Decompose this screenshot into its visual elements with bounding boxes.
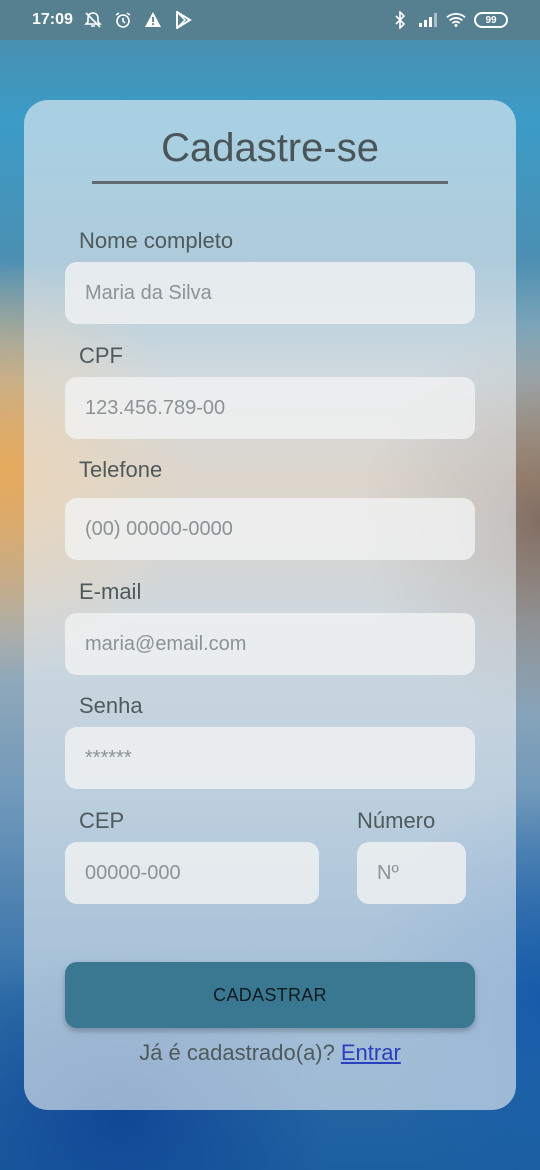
- signal-icon: [418, 10, 438, 30]
- status-time: 17:09: [32, 11, 73, 28]
- status-bar: 17:09 99: [0, 0, 540, 40]
- mute-bell-icon: [83, 10, 103, 30]
- alarm-icon: [113, 10, 133, 30]
- phone-label: Telefone: [79, 457, 163, 482]
- cep-label: CEP: [79, 808, 125, 833]
- play-store-icon: [173, 10, 193, 30]
- number-label: Número: [357, 808, 436, 833]
- login-question: Já é cadastrado(a)?: [139, 1040, 335, 1065]
- submit-button[interactable]: CADASTRAR: [65, 962, 475, 1028]
- login-link[interactable]: Entrar: [341, 1040, 401, 1065]
- email-label: E-mail: [79, 579, 142, 604]
- email-input[interactable]: [65, 613, 475, 675]
- login-prompt: Já é cadastrado(a)? Entrar: [0, 1040, 540, 1066]
- name-label: Nome completo: [79, 228, 234, 253]
- page-title: Cadastre-se: [161, 126, 379, 170]
- name-input[interactable]: [65, 262, 475, 324]
- warning-icon: [143, 10, 163, 30]
- cpf-input[interactable]: [65, 377, 475, 439]
- status-left: 17:09: [32, 10, 193, 30]
- number-input[interactable]: [357, 842, 466, 904]
- status-right: 99: [390, 10, 508, 30]
- cpf-label: CPF: [79, 343, 123, 368]
- phone-input[interactable]: [65, 498, 475, 560]
- password-input[interactable]: [65, 727, 475, 789]
- wifi-icon: [446, 10, 466, 30]
- battery-level: 99: [485, 14, 497, 26]
- battery-icon: 99: [474, 12, 508, 28]
- cep-input[interactable]: [65, 842, 319, 904]
- bluetooth-icon: [390, 10, 410, 30]
- title-underline: [92, 181, 448, 184]
- password-label: Senha: [79, 693, 143, 718]
